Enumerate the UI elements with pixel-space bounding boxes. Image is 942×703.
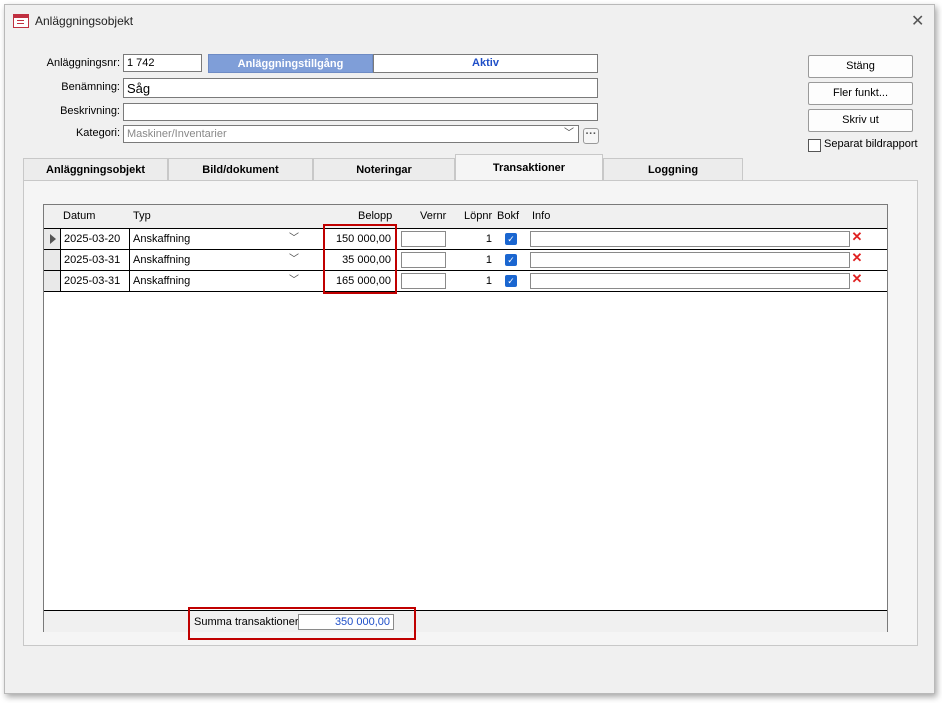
row-selector[interactable]	[44, 229, 61, 249]
kategori-label: Kategori:	[75, 127, 120, 139]
cell-typ[interactable]: Anskaffning	[133, 229, 190, 249]
chevron-down-icon[interactable]: ﹀	[286, 231, 302, 247]
header-datum: Datum	[63, 210, 96, 222]
cell-info[interactable]	[530, 231, 850, 247]
tab-transaktioner[interactable]: Transaktioner	[455, 154, 603, 182]
bokf-checkbox[interactable]: ✓	[505, 233, 517, 245]
header-vernr: Vernr	[420, 210, 447, 222]
more-functions-button[interactable]: Fler funkt...	[808, 82, 913, 105]
tab-noteringar[interactable]: Noteringar	[313, 158, 455, 181]
separate-report-label: Separat bildrapport	[824, 138, 918, 150]
beskrivning-field[interactable]	[123, 103, 598, 121]
cell-info[interactable]	[530, 252, 850, 268]
cell-lopnr: 1	[485, 275, 492, 287]
sum-highlight	[188, 607, 416, 640]
close-icon[interactable]: ✕	[911, 11, 924, 31]
row-selector[interactable]	[44, 271, 61, 291]
belopp-highlight	[323, 224, 397, 294]
header-info: Info	[532, 210, 551, 222]
cell-typ[interactable]: Anskaffning	[133, 250, 190, 270]
current-row-arrow-icon	[50, 234, 56, 244]
kategori-combo[interactable]: Maskiner/Inventarier	[123, 125, 579, 143]
separate-report-checkbox[interactable]	[808, 139, 821, 152]
delete-row-icon[interactable]: ✕	[850, 251, 864, 265]
nr-field[interactable]: 1 742	[123, 54, 202, 72]
cell-info[interactable]	[530, 273, 850, 289]
benamning-field[interactable]: Såg	[123, 78, 598, 98]
grid-header: Datum Typ Belopp Vernr Löpnr Bokf Info	[44, 205, 887, 229]
main-window: Anläggningsobjekt ✕ Anläggningsnr: 1 742…	[4, 4, 935, 694]
cell-vernr[interactable]	[401, 231, 446, 247]
form-icon	[13, 14, 29, 28]
benamning-label: Benämning:	[61, 81, 120, 93]
cell-datum[interactable]: 2025-03-31	[64, 250, 120, 270]
beskrivning-label: Beskrivning:	[60, 105, 120, 117]
delete-row-icon[interactable]: ✕	[850, 230, 864, 244]
cell-vernr[interactable]	[401, 273, 446, 289]
title-bar: Anläggningsobjekt ✕	[5, 5, 934, 36]
chevron-down-icon[interactable]: ﹀	[286, 252, 302, 268]
cell-datum[interactable]: 2025-03-20	[64, 229, 120, 249]
close-button[interactable]: Stäng	[808, 55, 913, 78]
nr-label: Anläggningsnr:	[46, 57, 120, 69]
header-typ: Typ	[133, 210, 151, 222]
print-button[interactable]: Skriv ut	[808, 109, 913, 132]
tab-anlaggningsobjekt[interactable]: Anläggningsobjekt	[23, 158, 168, 181]
cell-vernr[interactable]	[401, 252, 446, 268]
status-type-badge: Anläggningstillgång	[208, 54, 373, 73]
cell-lopnr: 1	[485, 254, 492, 266]
bokf-checkbox[interactable]: ✓	[505, 254, 517, 266]
kategori-value: Maskiner/Inventarier	[127, 128, 227, 140]
header-lopnr: Löpnr	[464, 210, 493, 222]
cell-datum[interactable]: 2025-03-31	[64, 271, 120, 291]
grid-footer: Summa transaktioner: 350 000,00	[44, 610, 887, 632]
bokf-checkbox[interactable]: ✓	[505, 275, 517, 287]
table-row[interactable]: 2025-03-20 Anskaffning ﹀ 150 000,00 1 ✓ …	[44, 229, 887, 250]
chevron-down-icon[interactable]: ﹀	[286, 273, 302, 289]
table-row[interactable]: 2025-03-31 Anskaffning ﹀ 35 000,00 1 ✓ ✕	[44, 250, 887, 271]
table-row[interactable]: 2025-03-31 Anskaffning ﹀ 165 000,00 1 ✓ …	[44, 271, 887, 292]
cell-lopnr: 1	[485, 233, 492, 245]
chevron-down-icon[interactable]: ﹀	[561, 126, 577, 142]
tab-bild-dokument[interactable]: Bild/dokument	[168, 158, 313, 181]
header-belopp: Belopp	[358, 210, 393, 222]
tab-loggning[interactable]: Loggning	[603, 158, 743, 181]
window-title: Anläggningsobjekt	[35, 14, 134, 28]
transactions-grid: Datum Typ Belopp Vernr Löpnr Bokf Info 2…	[43, 204, 888, 632]
row-selector[interactable]	[44, 250, 61, 270]
header-bokf: Bokf	[497, 210, 520, 222]
status-state-badge: Aktiv	[373, 54, 598, 73]
delete-row-icon[interactable]: ✕	[850, 272, 864, 286]
more-options-button[interactable]: ···	[583, 128, 599, 144]
cell-typ[interactable]: Anskaffning	[133, 271, 190, 291]
